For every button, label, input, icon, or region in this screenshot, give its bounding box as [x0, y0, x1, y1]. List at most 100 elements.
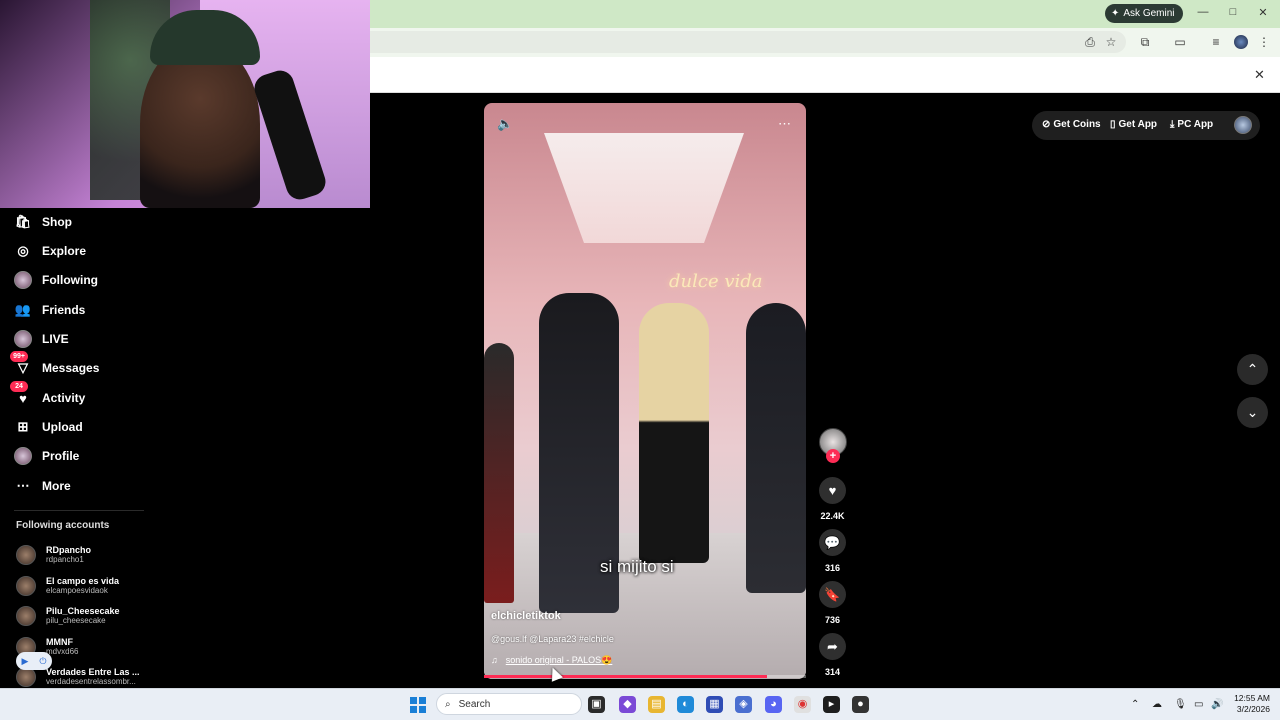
neon-sign: dulce vida: [669, 271, 763, 292]
upload-icon: ⊞: [17, 419, 29, 434]
following-account[interactable]: El campo es vida elcampoesvidaok: [16, 576, 119, 596]
sidebar-item-activity[interactable]: ♥ 24 Activity: [10, 381, 85, 409]
volume-icon[interactable]: 🔈: [497, 116, 513, 132]
edge-icon[interactable]: ◐: [677, 696, 694, 713]
sidebar-item-label: Friends: [42, 303, 86, 317]
heart-icon: ♥: [828, 483, 837, 498]
sidebar-item-following[interactable]: Following: [14, 269, 98, 291]
following-account[interactable]: Pilu_Cheesecake pilu_cheesecake: [16, 606, 120, 626]
install-app-icon[interactable]: ⎙: [1082, 34, 1098, 50]
sidebar-item-label: Messages: [42, 361, 100, 375]
share-button[interactable]: ➦: [819, 633, 846, 660]
shop-icon: 🛍: [14, 214, 32, 229]
app-icon[interactable]: ◈: [735, 696, 752, 713]
bookmark-star-icon[interactable]: ☆: [1103, 34, 1119, 50]
user-avatar[interactable]: [1234, 116, 1252, 134]
like-button[interactable]: ♥: [819, 477, 846, 504]
video-person: [639, 303, 709, 563]
chrome-icon[interactable]: ◉: [794, 696, 811, 713]
app-icon[interactable]: ●: [852, 696, 869, 713]
follow-plus-icon[interactable]: +: [826, 449, 840, 463]
video-progress-fill: [484, 675, 768, 678]
ask-gemini-button[interactable]: ✦ Ask Gemini: [1105, 4, 1183, 23]
get-coins-label: Get Coins: [1053, 119, 1101, 130]
minimize-button[interactable]: —: [1195, 6, 1211, 18]
store-icon[interactable]: ▦: [706, 696, 723, 713]
video-sound[interactable]: ♫ sonido original - PALOS😍: [491, 655, 612, 666]
messages-badge: 99+: [10, 351, 28, 362]
sidebar-item-label: More: [42, 479, 71, 493]
network-icon[interactable]: ☁: [1152, 699, 1162, 710]
media-controls-icon[interactable]: ≡: [1208, 34, 1224, 50]
close-window-button[interactable]: ✕: [1255, 6, 1271, 19]
browser-menu-icon[interactable]: ⋮: [1256, 34, 1272, 50]
save-button[interactable]: 🔖: [819, 581, 846, 608]
chevron-up-icon: ⌃: [1246, 361, 1259, 377]
sidebar-item-messages[interactable]: ▽ 99+ Messages: [10, 351, 100, 379]
comment-button[interactable]: 💬: [819, 529, 846, 556]
sound-title: sonido original - PALOS😍: [505, 655, 613, 665]
sidebar-divider: [14, 510, 144, 511]
account-handle: mdvxd66: [46, 647, 79, 656]
taskbar-search[interactable]: ⌕ Search: [436, 693, 582, 715]
infobar-close-icon[interactable]: ✕: [1254, 67, 1265, 83]
cast-icon[interactable]: ▭: [1172, 34, 1188, 50]
sidebar-item-more[interactable]: ⋯ More: [14, 475, 71, 497]
friends-icon: 👥: [14, 302, 32, 317]
video-player[interactable]: dulce vida: [484, 103, 806, 679]
terminal-icon[interactable]: ▸: [823, 696, 840, 713]
play-icon: ▶: [21, 655, 29, 666]
discord-icon[interactable]: ◕: [765, 696, 782, 713]
avatar: [16, 606, 36, 626]
avatar: [16, 545, 36, 565]
account-handle: rdpancho1: [46, 555, 84, 564]
share-count: 314: [824, 667, 841, 677]
activity-icon: ♥ 24: [10, 381, 32, 407]
more-options-icon[interactable]: ⋯: [778, 116, 791, 132]
live-avatar: [14, 330, 32, 348]
video-author[interactable]: elchicletiktok: [491, 610, 561, 622]
address-bar[interactable]: [370, 31, 1126, 53]
start-button[interactable]: [410, 697, 426, 713]
get-coins-button[interactable]: ⊘ Get Coins: [1042, 119, 1101, 130]
avatar: [16, 667, 36, 687]
sidebar-item-live[interactable]: LIVE: [14, 328, 69, 350]
clock-date: 3/2/2026: [1236, 704, 1270, 714]
restore-button[interactable]: □: [1225, 6, 1241, 18]
sidebar-item-explore[interactable]: ◎ Explore: [14, 240, 86, 262]
account-name: El campo es vida: [46, 576, 120, 586]
next-video-button[interactable]: ⌄: [1237, 397, 1268, 428]
previous-video-button[interactable]: ⌃: [1237, 354, 1268, 385]
sidebar-item-shop[interactable]: 🛍 Shop: [14, 211, 72, 233]
file-explorer-icon[interactable]: ▤: [648, 696, 665, 713]
avatar: [16, 576, 36, 596]
like-count: 22.4K: [820, 511, 845, 521]
speaker-icon[interactable]: 🔊: [1211, 699, 1223, 710]
windows-taskbar: [0, 688, 1280, 720]
sidebar-item-profile[interactable]: Profile: [14, 445, 79, 467]
music-note-icon: ♫: [491, 655, 498, 665]
webcam-overlay: [0, 0, 370, 208]
floating-overlay-widget[interactable]: ▶ ⏻: [16, 652, 52, 670]
video-description[interactable]: @gous.lf @Lapara23 #elchicle: [491, 634, 614, 644]
following-account[interactable]: RDpancho rdpancho1: [16, 545, 91, 565]
display-icon[interactable]: ▭: [1194, 699, 1203, 710]
sidebar-item-friends[interactable]: 👥 Friends: [14, 299, 85, 321]
taskbar-clock[interactable]: 12:55 AM 3/2/2026: [1226, 693, 1270, 715]
pc-app-button[interactable]: ⤓ PC App: [1170, 119, 1213, 130]
chevron-up-icon[interactable]: ⌃: [1131, 699, 1139, 710]
copilot-icon[interactable]: ◆: [619, 696, 636, 713]
task-view-icon[interactable]: ▣: [588, 696, 605, 713]
get-app-button[interactable]: ▯ Get App: [1110, 119, 1157, 130]
microphone-icon[interactable]: 🎙: [1174, 699, 1187, 710]
following-account[interactable]: Verdades Entre Las ... verdadesentrelass…: [16, 667, 140, 687]
save-count: 736: [824, 615, 841, 625]
following-accounts-title: Following accounts: [16, 520, 110, 531]
extensions-icon[interactable]: ⧉: [1137, 34, 1153, 50]
sidebar-item-upload[interactable]: ⊞ Upload: [14, 416, 83, 438]
compass-icon: ◎: [17, 243, 29, 258]
video-progress-bar[interactable]: [484, 675, 806, 678]
browser-profile-avatar[interactable]: [1234, 35, 1248, 49]
search-icon: ⌕: [445, 698, 451, 710]
taskbar-search-label: Search: [458, 698, 491, 710]
